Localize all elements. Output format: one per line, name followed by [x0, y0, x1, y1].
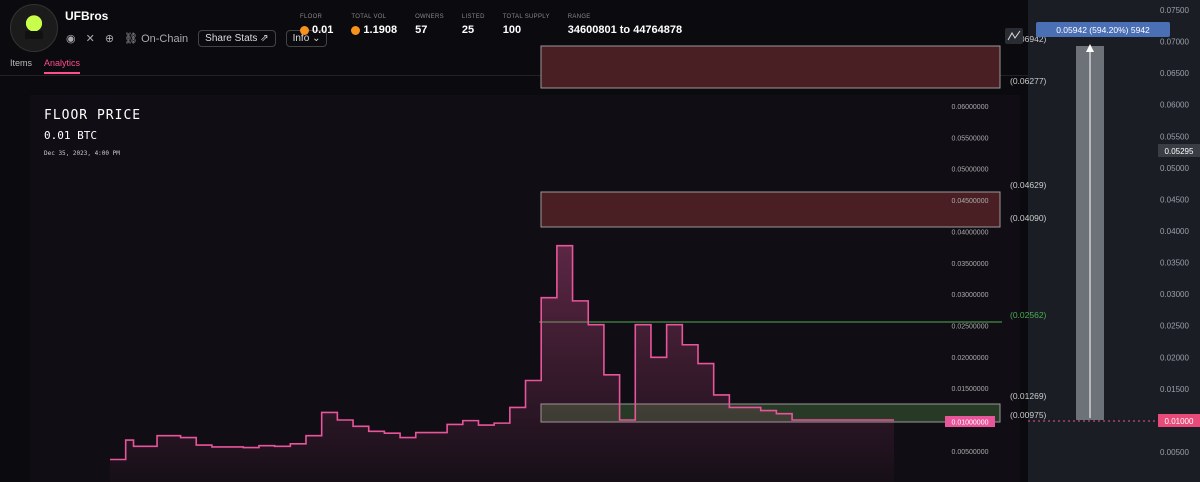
resistance-zone-mid[interactable] [540, 191, 1001, 228]
measure-tooltip: 0.05942 (594.20%) 5942 [1056, 25, 1150, 35]
current-price-label: 0.01000000 [952, 420, 989, 427]
y-tick-label: 0.05000000 [952, 167, 989, 174]
y-tick-label: 0.03500000 [952, 261, 989, 268]
y-tick-label: 0.04000000 [952, 229, 989, 236]
current-badge: 0.01000 [1165, 417, 1194, 426]
level-label: (0.04090) [1010, 213, 1047, 223]
floor-price-chart[interactable]: 0.00500000 0.01500000 0.02000000 0.02500000… [0, 0, 1200, 482]
right-tick-label: 0.00500 [1160, 448, 1189, 457]
level-label: (0.04629) [1010, 180, 1047, 190]
right-tick-label: 0.05000 [1160, 164, 1189, 173]
y-tick-label: 0.05500000 [952, 135, 989, 142]
y-tick-label: 0.01500000 [952, 386, 989, 393]
right-tick-label: 0.04000 [1160, 227, 1189, 236]
level-label: (0.02562) [1010, 310, 1047, 320]
right-tick-label: 0.07000 [1160, 38, 1189, 47]
right-tick-label: 0.03000 [1160, 290, 1189, 299]
price-badge: 0.05295 [1165, 147, 1194, 156]
y-tick-label: 0.02000000 [952, 355, 989, 362]
level-label: (0.01269) [1010, 391, 1047, 401]
right-tick-label: 0.02500 [1160, 322, 1189, 331]
right-tick-label: 0.06000 [1160, 101, 1189, 110]
right-tick-label: 0.02000 [1160, 353, 1189, 362]
right-tick-label: 0.04500 [1160, 195, 1189, 204]
level-label: (0.06277) [1010, 76, 1047, 86]
right-tick-label: 0.06500 [1160, 69, 1189, 78]
level-label: (0.00975) [1010, 410, 1047, 420]
y-tick-label: 0.02500000 [952, 323, 989, 330]
y-tick-label: 0.03000000 [952, 292, 989, 299]
right-tick-label: 0.05500 [1160, 132, 1189, 141]
y-tick-label: 0.00500000 [952, 449, 989, 456]
right-tick-label: 0.01500 [1160, 385, 1189, 394]
right-tick-label: 0.03500 [1160, 259, 1189, 268]
y-tick-label: 0.06000000 [952, 104, 989, 111]
resistance-zone-top[interactable] [540, 45, 1001, 89]
y-tick-label: 0.04500000 [952, 198, 989, 205]
right-tick-label: 0.07500 [1160, 6, 1189, 15]
